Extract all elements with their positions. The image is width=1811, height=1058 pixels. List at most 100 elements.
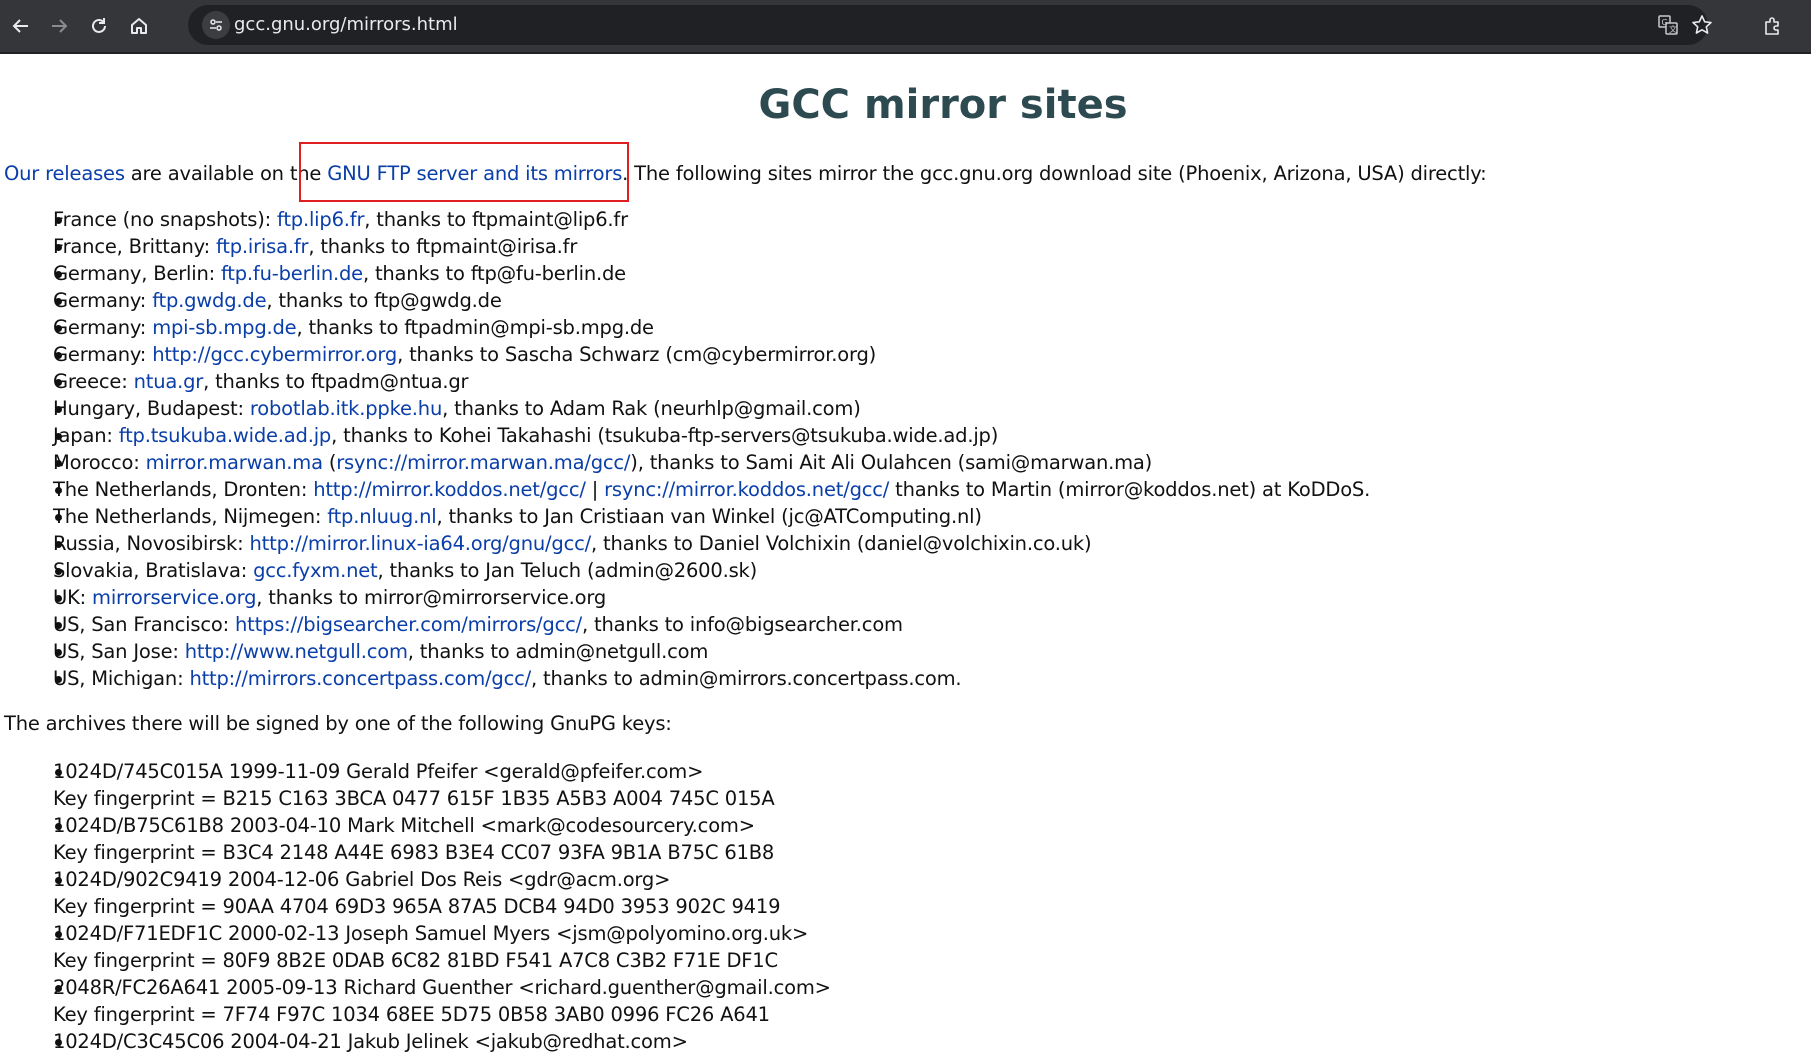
browser-toolbar: gcc.gnu.org/mirrors.html G文	[0, 0, 1811, 54]
bullet	[55, 325, 62, 332]
mirror-list-item: Morocco: mirror.marwan.ma (rsync://mirro…	[30, 449, 1810, 476]
page-content: GCC mirror sites Our releases are availa…	[0, 54, 1811, 1058]
bullet	[55, 352, 62, 359]
key-fingerprint: Key fingerprint = B215 C163 3BCA 0477 61…	[53, 787, 775, 810]
key-id: 1024D/745C015A 1999-11-09 Gerald Pfeifer…	[53, 760, 704, 783]
mirror-thanks: , thanks to ftpmaint@irisa.fr	[308, 235, 578, 258]
mirror-location: Slovakia, Bratislava:	[53, 559, 254, 582]
svg-text:文: 文	[1669, 24, 1677, 34]
key-fingerprint: Key fingerprint = 80F9 8B2E 0DAB 6C82 81…	[53, 949, 778, 972]
mirror-link[interactable]: mpi-sb.mpg.de	[152, 316, 296, 339]
translate-button[interactable]: G文	[1650, 5, 1686, 45]
key-id: 1024D/B75C61B8 2003-04-10 Mark Mitchell …	[53, 814, 755, 837]
key-id: 1024D/F71EDF1C 2000-02-13 Joseph Samuel …	[53, 922, 809, 945]
mirror-link[interactable]: ntua.gr	[134, 370, 204, 393]
mirror-list-item: Germany: mpi-sb.mpg.de, thanks to ftpadm…	[30, 314, 1810, 341]
mirror-thanks: , thanks to admin@netgull.com	[407, 640, 709, 663]
mirror-link[interactable]: http://mirror.koddos.net/gcc/	[313, 478, 586, 501]
mirror-link[interactable]: mirror.marwan.ma	[146, 451, 323, 474]
bullet	[55, 514, 62, 521]
url-text[interactable]: gcc.gnu.org/mirrors.html	[234, 5, 458, 45]
mirror-rsync-link[interactable]: rsync://mirror.marwan.ma/gcc/	[336, 451, 630, 474]
bullet	[55, 823, 62, 830]
mirror-link[interactable]: gcc.fyxm.net	[253, 559, 378, 582]
mirror-location: Russia, Novosibirsk:	[53, 532, 250, 555]
gnupg-key-item: 1024D/B75C61B8 2003-04-10 Mark Mitchell …	[30, 812, 1810, 866]
key-fingerprint: Key fingerprint = 7F74 F97C 1034 68EE 5D…	[53, 1003, 770, 1026]
mirror-link[interactable]: robotlab.itk.ppke.hu	[250, 397, 442, 420]
mirror-thanks: , thanks to admin@mirrors.concertpass.co…	[531, 667, 962, 690]
mirror-thanks: , thanks to info@bigsearcher.com	[582, 613, 903, 636]
mirror-link[interactable]: mirrorservice.org	[92, 586, 256, 609]
mirror-thanks: thanks to Martin (mirror@koddos.net) at …	[889, 478, 1371, 501]
bullet	[55, 931, 62, 938]
bookmark-button[interactable]	[1684, 5, 1720, 45]
mirror-link[interactable]: http://mirror.linux-ia64.org/gnu/gcc/	[250, 532, 592, 555]
mirror-separator: (	[322, 451, 337, 474]
mirror-list-item: US, San Jose: http://www.netgull.com, th…	[30, 638, 1810, 665]
mirror-rsync-link[interactable]: rsync://mirror.koddos.net/gcc/	[604, 478, 889, 501]
mirror-link[interactable]: ftp.tsukuba.wide.ad.jp	[119, 424, 332, 447]
mirror-list-item: US, Michigan: http://mirrors.concertpass…	[30, 665, 1810, 692]
key-id: 1024D/C3C45C06 2004-04-21 Jakub Jelinek …	[53, 1030, 688, 1053]
mirror-location: Germany:	[53, 289, 153, 312]
mirror-location: Germany:	[53, 316, 153, 339]
extensions-icon	[1765, 17, 1779, 35]
bullet	[55, 541, 62, 548]
bookmark-star-icon	[1692, 15, 1712, 34]
translate-icon: G文	[1658, 15, 1678, 35]
home-button[interactable]	[118, 0, 160, 52]
intro-text-2: . The following sites mirror the gcc.gnu…	[622, 162, 1487, 185]
svg-text:G: G	[1662, 18, 1668, 27]
mirror-thanks: , thanks to Kohei Takahashi (tsukuba-ftp…	[331, 424, 999, 447]
mirror-thanks: , thanks to ftp@fu-berlin.de	[362, 262, 626, 285]
back-button[interactable]	[0, 0, 42, 52]
gnupg-key-item: 1024D/F71EDF1C 2000-02-13 Joseph Samuel …	[30, 920, 1810, 974]
mirror-link[interactable]: http://mirrors.concertpass.com/gcc/	[189, 667, 531, 690]
mirror-location: France (no snapshots):	[53, 208, 278, 231]
gnupg-key-item: 1024D/902C9419 2004-12-06 Gabriel Dos Re…	[30, 866, 1810, 920]
bullet	[55, 487, 62, 494]
reload-button[interactable]	[78, 0, 120, 52]
mirror-location: US, Michigan:	[53, 667, 190, 690]
mirror-link[interactable]: http://gcc.cybermirror.org	[152, 343, 397, 366]
key-fingerprint: Key fingerprint = 90AA 4704 69D3 965A 87…	[53, 895, 781, 918]
intro-text-1: are available on the	[124, 162, 328, 185]
mirror-link[interactable]: http://www.netgull.com	[185, 640, 408, 663]
forward-icon	[52, 19, 68, 33]
back-icon	[12, 19, 28, 33]
mirror-list-item: The Netherlands, Nijmegen: ftp.nluug.nl,…	[30, 503, 1810, 530]
mirror-thanks: , thanks to Sascha Schwarz (cm@cybermirr…	[397, 343, 877, 366]
mirror-link[interactable]: ftp.fu-berlin.de	[221, 262, 363, 285]
mirror-link[interactable]: ftp.gwdg.de	[152, 289, 266, 312]
site-info-icon	[210, 19, 222, 31]
reload-icon	[92, 18, 106, 33]
bullet	[55, 1039, 62, 1046]
extensions-button[interactable]	[1752, 0, 1794, 52]
mirror-list-item: Slovakia, Bratislava: gcc.fyxm.net, than…	[30, 557, 1810, 584]
mirror-link[interactable]: ftp.lip6.fr	[277, 208, 364, 231]
mirror-thanks: , thanks to Jan Teluch (admin@2600.sk)	[377, 559, 758, 582]
mirror-list-item: France (no snapshots): ftp.lip6.fr, than…	[30, 206, 1810, 233]
bullet	[55, 649, 62, 656]
mirror-list-item: Germany: http://gcc.cybermirror.org, tha…	[30, 341, 1810, 368]
forward-button[interactable]	[38, 0, 80, 52]
key-id: 2048R/FC26A641 2005-09-13 Richard Guenth…	[53, 976, 831, 999]
gnupg-key-item: 2048R/FC26A641 2005-09-13 Richard Guenth…	[30, 974, 1810, 1028]
mirror-list-item: Germany: ftp.gwdg.de, thanks to ftp@gwdg…	[30, 287, 1810, 314]
mirror-list-item: Germany, Berlin: ftp.fu-berlin.de, thank…	[30, 260, 1810, 287]
bullet	[55, 622, 62, 629]
address-bar[interactable]: gcc.gnu.org/mirrors.html G文	[188, 5, 1712, 45]
mirror-thanks: ), thanks to Sami Ait Ali Oulahcen (sami…	[630, 451, 1153, 474]
our-releases-link[interactable]: Our releases	[4, 162, 125, 185]
mirror-link[interactable]: ftp.nluug.nl	[327, 505, 436, 528]
site-info-button[interactable]	[202, 11, 230, 39]
mirror-list: France (no snapshots): ftp.lip6.fr , than…	[30, 206, 1810, 692]
mirror-link[interactable]: https://bigsearcher.com/mirrors/gcc/	[235, 613, 582, 636]
archives-text: The archives there will be signed by one…	[4, 712, 672, 735]
mirror-list-item: Greece: ntua.gr, thanks to ftpadm@ntua.g…	[30, 368, 1810, 395]
mirror-link[interactable]: ftp.irisa.fr	[216, 235, 309, 258]
bullet	[55, 217, 62, 224]
mirror-location: Hungary, Budapest:	[53, 397, 250, 420]
mirror-thanks: , thanks to Adam Rak (neurhlp@gmail.com)	[442, 397, 861, 420]
